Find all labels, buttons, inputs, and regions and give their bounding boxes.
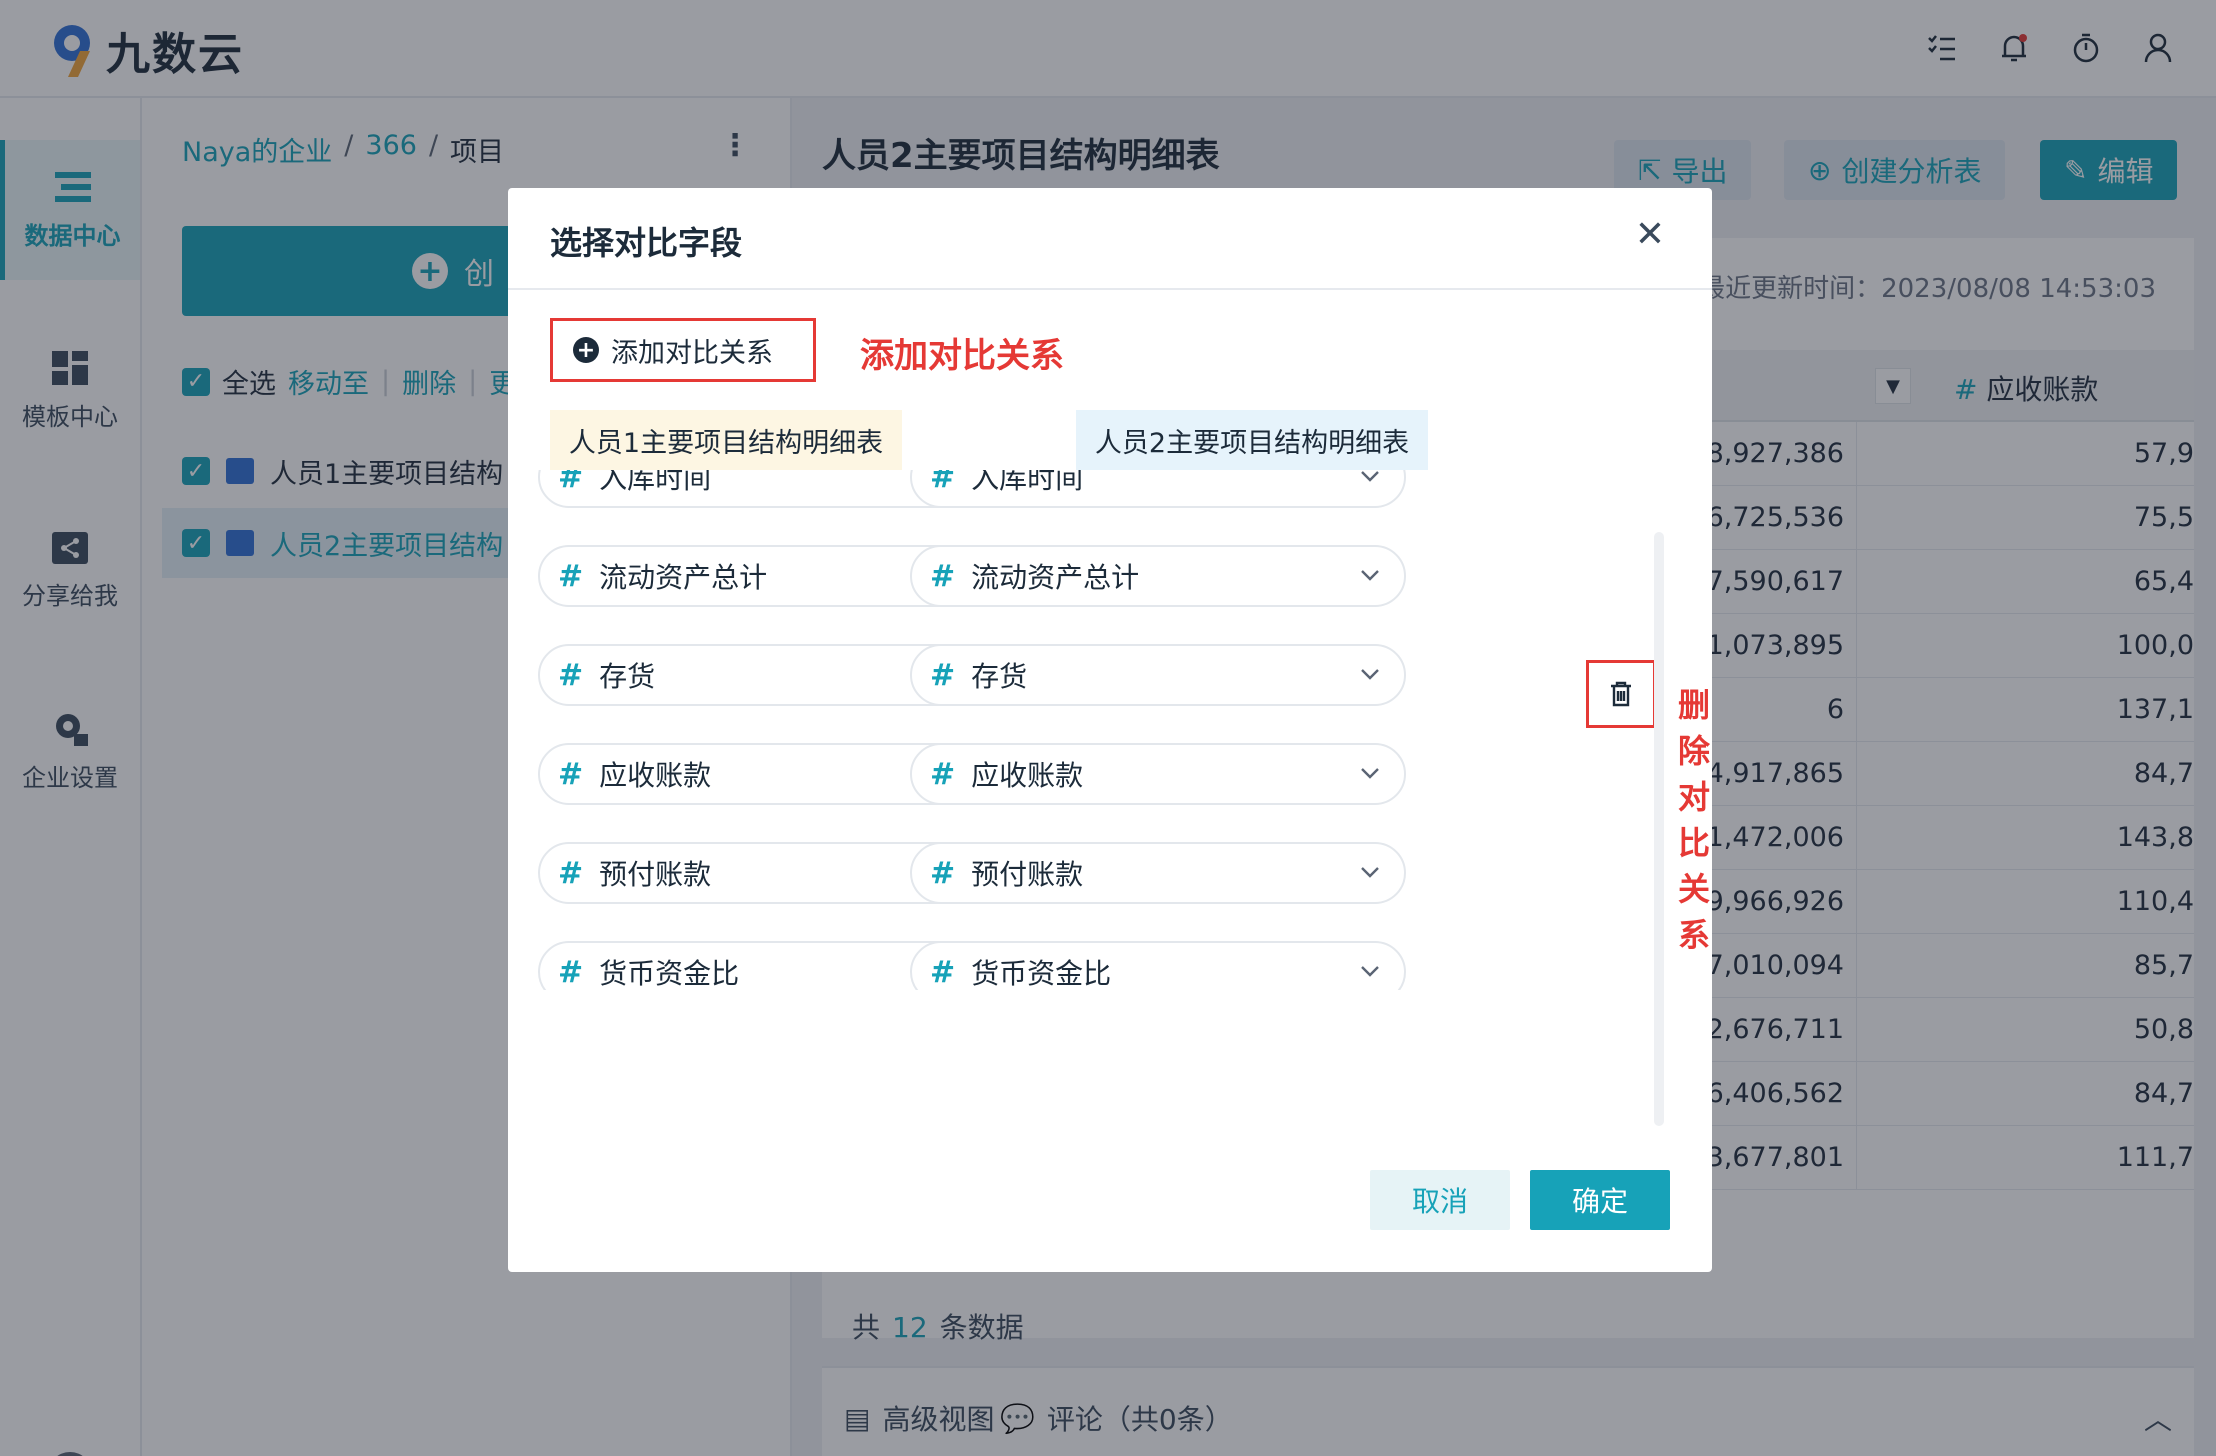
field-name: 流动资产总计 (599, 561, 768, 594)
number-type-icon: # (558, 855, 584, 891)
number-type-icon: # (930, 558, 956, 594)
field-name: 应收账款 (971, 759, 1084, 792)
target-field-select[interactable]: # 存货 (910, 644, 1406, 706)
field-name: 存货 (599, 660, 656, 693)
field-name: 预付账款 (971, 858, 1084, 891)
field-name: 应收账款 (599, 759, 712, 792)
compare-fields-dialog: 选择对比字段 ✕ + 添加对比关系 添加对比关系 人员1主要项目结构明细表 人员… (508, 188, 1712, 1272)
number-type-icon: # (930, 756, 956, 792)
number-type-icon: # (558, 954, 584, 990)
chevron-down-icon (1361, 867, 1379, 878)
number-type-icon: # (930, 657, 956, 693)
dialog-divider (508, 288, 1712, 290)
confirm-button[interactable]: 确定 (1530, 1170, 1670, 1230)
target-field-select[interactable]: # 入库时间 (910, 470, 1406, 508)
field-name: 流动资产总计 (971, 561, 1140, 594)
target-field-select[interactable]: # 应收账款 (910, 743, 1406, 805)
field-name: 入库时间 (971, 470, 1084, 495)
close-icon[interactable]: ✕ (1630, 214, 1670, 255)
number-type-icon: # (930, 954, 956, 990)
number-type-icon: # (930, 470, 956, 495)
source-table-header: 人员1主要项目结构明细表 (550, 410, 902, 470)
delete-relation-button[interactable] (1586, 660, 1656, 728)
field-name: 货币资金比 (599, 957, 740, 990)
annotation-add-relation: 添加对比关系 (860, 336, 1064, 376)
field-pairs-list: # 入库时间 # 入库时间 # 流动资产总计 # 流动资产总计 # 存货 # 存货 # 应收账款 # 应收账款… (508, 470, 1712, 990)
add-relation-label: 添加对比关系 (611, 337, 773, 369)
annotation-delete-relation: 删除对比关系 (1678, 686, 1711, 954)
field-name: 预付账款 (599, 858, 712, 891)
scrollbar[interactable] (1654, 532, 1664, 1126)
dialog-title: 选择对比字段 (550, 224, 743, 262)
number-type-icon: # (558, 756, 584, 792)
trash-icon (1611, 681, 1631, 707)
number-type-icon: # (558, 470, 584, 495)
number-type-icon: # (930, 855, 956, 891)
chevron-down-icon (1361, 669, 1379, 680)
cancel-button[interactable]: 取消 (1370, 1170, 1510, 1230)
target-field-select[interactable]: # 预付账款 (910, 842, 1406, 904)
field-name: 入库时间 (599, 470, 712, 495)
target-field-select[interactable]: # 流动资产总计 (910, 545, 1406, 607)
chevron-down-icon (1361, 570, 1379, 581)
field-name: 货币资金比 (971, 957, 1112, 990)
chevron-down-icon (1361, 471, 1379, 482)
target-field-select[interactable]: # 货币资金比 (910, 941, 1406, 990)
plus-circle-icon: + (573, 337, 599, 363)
target-table-header: 人员2主要项目结构明细表 (1076, 410, 1428, 470)
chevron-down-icon (1361, 768, 1379, 779)
number-type-icon: # (558, 558, 584, 594)
add-relation-button[interactable]: + 添加对比关系 (550, 318, 816, 382)
chevron-down-icon (1361, 966, 1379, 977)
number-type-icon: # (558, 657, 584, 693)
field-name: 存货 (971, 660, 1028, 693)
